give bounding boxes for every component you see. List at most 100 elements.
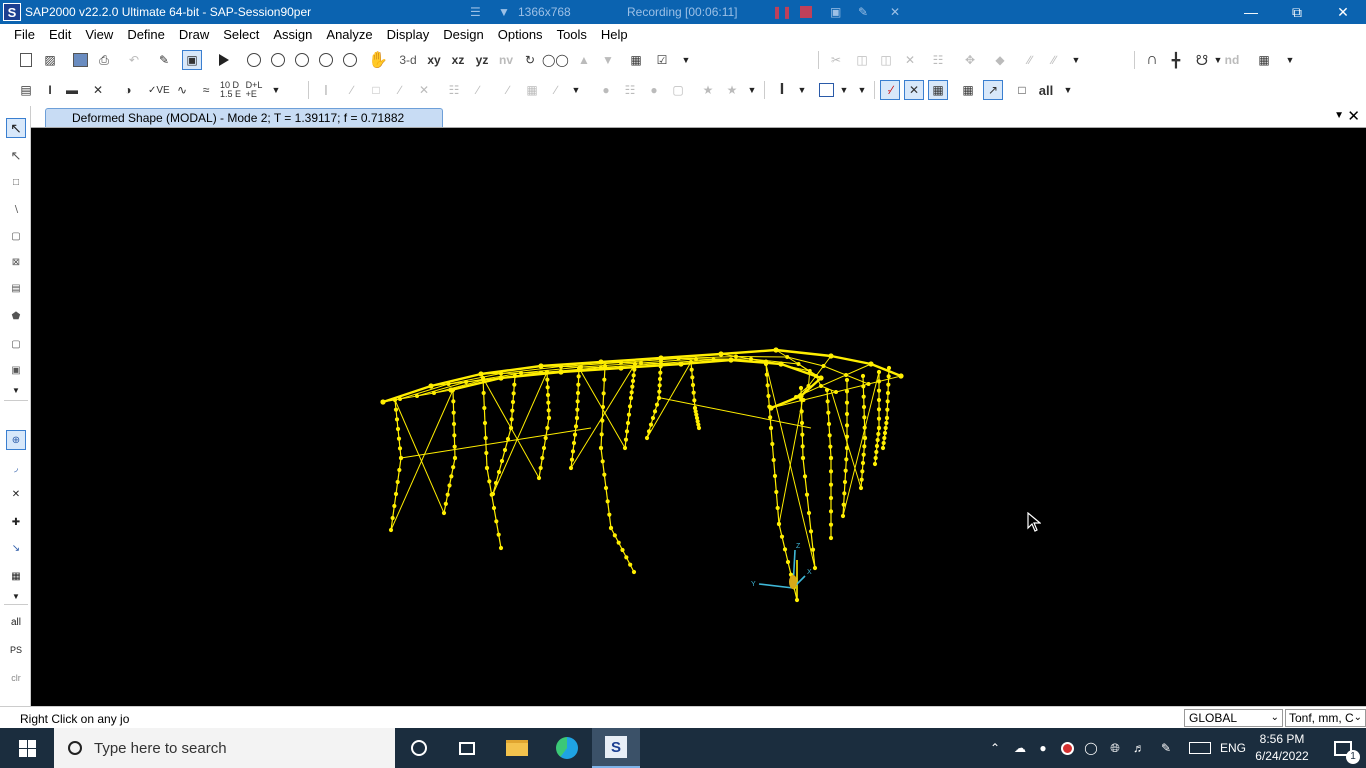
assign-joint-pattern-icon[interactable]: ● bbox=[644, 80, 664, 100]
recorder-menu-icon[interactable]: ☰ bbox=[470, 4, 481, 20]
menu-assign[interactable]: Assign bbox=[266, 27, 319, 42]
join-frames-icon[interactable]: ∕∕ bbox=[1044, 50, 1064, 70]
assign-area-load-icon[interactable]: ∕ bbox=[546, 80, 566, 100]
show-plot-functions-icon[interactable]: ∿ bbox=[172, 80, 192, 100]
quick-draw-frame-icon[interactable]: ╋ bbox=[1166, 50, 1186, 70]
draw-joint-icon[interactable]: □ bbox=[6, 172, 26, 192]
menu-analyze[interactable]: Analyze bbox=[319, 27, 379, 42]
rubber-band-zoom-icon[interactable] bbox=[244, 50, 264, 70]
draw-frame-dropdown-caret[interactable]: ▼ bbox=[792, 80, 812, 100]
select-cross-icon[interactable]: ✕ bbox=[6, 484, 26, 504]
select-intersecting-icon[interactable]: ▦ bbox=[958, 80, 978, 100]
divide-frames-icon[interactable]: ∕∕ bbox=[1020, 50, 1040, 70]
assign-link-props-icon[interactable]: ★ bbox=[722, 80, 742, 100]
assign-point-load-icon[interactable]: ☷ bbox=[620, 80, 640, 100]
draw-frame-cable-icon[interactable]: I bbox=[772, 80, 792, 100]
touch-keyboard-icon[interactable] bbox=[1186, 728, 1214, 768]
assign-spring-icon[interactable]: ☷ bbox=[444, 80, 464, 100]
view-xy-button[interactable]: xy bbox=[424, 50, 444, 70]
nd-button[interactable]: nd bbox=[1222, 50, 1242, 70]
lock-model-icon[interactable]: ▣ bbox=[182, 50, 202, 70]
menu-design[interactable]: Design bbox=[436, 27, 490, 42]
restore-full-view-icon[interactable] bbox=[268, 50, 288, 70]
input-language[interactable]: ENG bbox=[1218, 728, 1248, 768]
move-up-icon[interactable]: ▲ bbox=[574, 50, 594, 70]
select-all-button[interactable]: all bbox=[1036, 80, 1056, 100]
volume-icon[interactable]: ♬ bbox=[1128, 728, 1150, 768]
draw-frame-icon[interactable]: ∩ bbox=[1142, 50, 1162, 70]
menu-tools[interactable]: Tools bbox=[550, 27, 594, 42]
menu-display[interactable]: Display bbox=[380, 27, 437, 42]
print-icon[interactable]: ⎙ bbox=[94, 50, 114, 70]
run-analysis-icon[interactable] bbox=[214, 50, 234, 70]
onedrive-cloud-icon[interactable]: ☁ bbox=[1008, 728, 1032, 768]
toolbar1-edit-dropdown-caret[interactable]: ▼ bbox=[1066, 50, 1086, 70]
cut-icon[interactable]: ✂ bbox=[826, 50, 846, 70]
draw-area-dropdown-caret[interactable]: ▼ bbox=[834, 80, 854, 100]
snap-lines-icon[interactable]: ✕ bbox=[904, 80, 924, 100]
assign-frame-load-icon[interactable]: ▦ bbox=[522, 80, 542, 100]
show-hidden-icons-chevron-icon[interactable]: ⌃ bbox=[986, 728, 1004, 768]
view-yz-button[interactable]: yz bbox=[472, 50, 492, 70]
quick-draw-area-icon[interactable]: ▣ bbox=[6, 360, 26, 380]
get-previous-selection-button[interactable]: PS bbox=[6, 640, 26, 660]
coordinate-system-select[interactable]: GLOBAL ⌄ bbox=[1184, 709, 1283, 727]
recorder-pen-icon[interactable]: ✎ bbox=[858, 4, 868, 20]
move-icon[interactable]: ✥ bbox=[960, 50, 980, 70]
recorder-close-icon[interactable]: ✕ bbox=[890, 4, 900, 20]
pointer-select-icon[interactable]: ↖ bbox=[6, 118, 26, 138]
assign-area-section-icon[interactable]: □ bbox=[366, 80, 386, 100]
perspective-toggle-icon[interactable]: ◯◯ bbox=[542, 50, 569, 70]
copy-icon[interactable]: ◫ bbox=[852, 50, 872, 70]
units-select[interactable]: Tonf, mm, C ⌄ bbox=[1285, 709, 1366, 727]
draw-frame-line-icon[interactable]: ∖ bbox=[6, 200, 26, 220]
menu-options[interactable]: Options bbox=[491, 27, 550, 42]
select-pointer-icon[interactable]: □ bbox=[1012, 80, 1032, 100]
show-deformed-check-icon[interactable]: ☑ bbox=[652, 50, 672, 70]
cortana-button[interactable] bbox=[395, 728, 443, 768]
assign-group-icon[interactable]: ▢ bbox=[668, 80, 688, 100]
recording-tray-icon[interactable] bbox=[1056, 728, 1078, 768]
move-down-icon[interactable]: ▼ bbox=[598, 50, 618, 70]
draw-section-cut-icon[interactable]: ▦ bbox=[1254, 50, 1274, 70]
close-window-button[interactable]: ✕ bbox=[1320, 0, 1366, 24]
assign-mass-icon[interactable]: ★ bbox=[698, 80, 718, 100]
toolbar1-dropdown-caret[interactable]: ▼ bbox=[676, 50, 696, 70]
select-all-left-button[interactable]: all bbox=[6, 612, 26, 632]
tab-list-dropdown-caret[interactable]: ▼ bbox=[1334, 110, 1344, 121]
quick-draw-secondary-beam-icon[interactable]: ▤ bbox=[6, 278, 26, 298]
menu-view[interactable]: View bbox=[78, 27, 120, 42]
draw-link-icon[interactable]: ◞ bbox=[6, 458, 26, 478]
recorder-pin-icon[interactable]: ▼ bbox=[498, 4, 510, 20]
assign-temperature-icon[interactable]: ● bbox=[596, 80, 616, 100]
recorder-camera-icon[interactable]: ▣ bbox=[830, 4, 841, 20]
edge-browser-button[interactable] bbox=[543, 728, 591, 768]
select-polygon-icon[interactable]: ↗ bbox=[983, 80, 1003, 100]
recorder-pause-icon[interactable]: ❚❚ bbox=[772, 4, 792, 20]
show-forces-stresses-icon[interactable]: I bbox=[40, 80, 60, 100]
show-response-spectrum-icon[interactable]: ≈ bbox=[196, 80, 216, 100]
toolbar2-display-dropdown-caret[interactable]: ▼ bbox=[266, 80, 286, 100]
assign-frame-section-icon[interactable]: I bbox=[316, 80, 336, 100]
mesh-icon[interactable]: ◆ bbox=[990, 50, 1010, 70]
toolbar1-draw-dropdown-caret[interactable]: ▼ bbox=[1280, 50, 1300, 70]
restore-button[interactable]: ⧉ bbox=[1274, 0, 1320, 24]
select-grid-icon[interactable]: ▦ bbox=[6, 566, 26, 586]
clear-selection-button[interactable]: clr bbox=[6, 668, 26, 688]
snap-grid-icon[interactable]: ▦ bbox=[928, 80, 948, 100]
draw-section-cut-left-icon[interactable]: ⊕ bbox=[6, 430, 26, 450]
draw-solid-dropdown-caret[interactable]: ▼ bbox=[852, 80, 872, 100]
save-icon[interactable] bbox=[70, 50, 90, 70]
tab-deformed-shape[interactable]: Deformed Shape (MODAL) - Mode 2; T = 1.3… bbox=[45, 108, 443, 127]
pan-icon[interactable]: ✋ bbox=[368, 50, 388, 70]
menu-help[interactable]: Help bbox=[594, 27, 635, 42]
view-xz-button[interactable]: xz bbox=[448, 50, 468, 70]
draw-reference-point-icon[interactable]: ↘ bbox=[6, 538, 26, 558]
display-combos-icon[interactable]: D+L +E bbox=[244, 80, 264, 100]
new-model-icon[interactable] bbox=[16, 50, 36, 70]
show-undeformed-shape-icon[interactable]: ▤ bbox=[16, 80, 36, 100]
tray-app-icon[interactable]: ◯ bbox=[1080, 728, 1102, 768]
assign-constraint-icon[interactable]: ∕ bbox=[468, 80, 488, 100]
toolbar2-assign-dropdown-caret[interactable]: ▼ bbox=[566, 80, 586, 100]
draw-brace-icon[interactable]: ▢ bbox=[6, 226, 26, 246]
